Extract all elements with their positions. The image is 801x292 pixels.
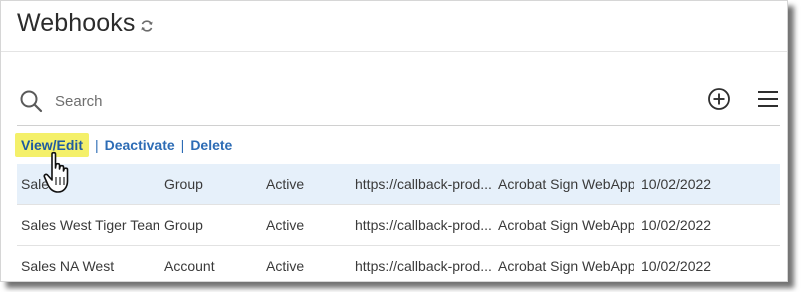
webhook-application: Acrobat Sign WebApp [498, 258, 634, 274]
webhook-url: https://callback-prod.... [355, 217, 491, 233]
deactivate-link[interactable]: Deactivate [105, 137, 175, 153]
webhook-scope: Group [164, 176, 203, 192]
add-circle-icon[interactable] [707, 87, 731, 111]
webhook-status: Active [266, 258, 305, 274]
page-title: Webhooks [17, 9, 136, 37]
table-row[interactable]: Sales West Tiger Team Group Active https… [17, 205, 780, 246]
webhook-application: Acrobat Sign WebApp [498, 176, 634, 192]
hand-pointer-icon [43, 151, 69, 193]
webhook-application: Acrobat Sign WebApp [498, 217, 634, 233]
webhooks-panel: Webhooks View/Edit | Deactivate | Del [0, 0, 788, 282]
webhook-status: Active [266, 217, 305, 233]
table-row[interactable]: Sales Group Active https://callback-prod… [17, 164, 780, 205]
webhook-name: Sales [21, 176, 57, 192]
page-header: Webhooks [1, 1, 787, 52]
action-separator: | [94, 137, 99, 153]
webhook-date: 10/02/2022 [641, 258, 712, 274]
webhook-status: Active [266, 176, 305, 192]
webhook-date: 10/02/2022 [641, 217, 712, 233]
search-icon [20, 90, 43, 113]
table-row[interactable]: Sales NA West Account Active https://cal… [17, 246, 780, 281]
webhook-date: 10/02/2022 [641, 176, 712, 192]
search-bar [17, 79, 780, 126]
webhook-url: https://callback-prod.... [355, 176, 491, 192]
webhook-name: Sales NA West [21, 258, 115, 274]
hamburger-menu-icon[interactable] [757, 89, 779, 109]
delete-link[interactable]: Delete [190, 137, 232, 153]
webhook-url: https://callback-prod.... [355, 258, 491, 274]
webhook-name: Sales West Tiger Team [21, 217, 159, 233]
search-input[interactable] [53, 87, 477, 115]
action-separator: | [180, 137, 185, 153]
webhook-scope: Group [164, 217, 203, 233]
webhooks-table: Sales Group Active https://callback-prod… [17, 164, 780, 281]
refresh-icon[interactable] [139, 18, 155, 34]
webhook-scope: Account [164, 258, 215, 274]
